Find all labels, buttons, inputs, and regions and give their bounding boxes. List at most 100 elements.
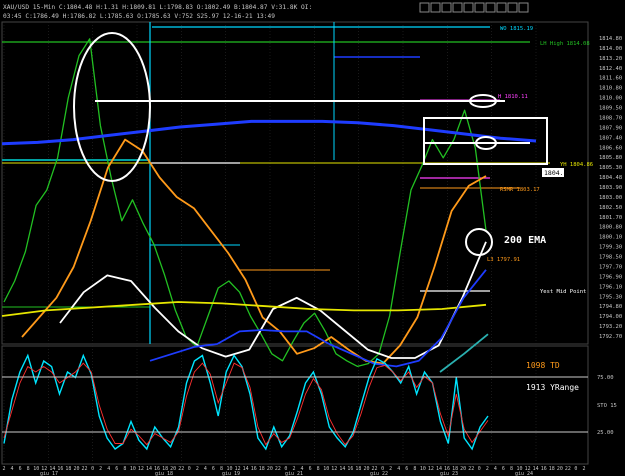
x-tick-label: 4 <box>11 466 14 472</box>
level-label-lh-high: LH High 1814.08 <box>540 41 590 47</box>
x-tick-label: 6 <box>19 466 22 472</box>
x-date-label: giu 21 <box>285 471 303 476</box>
x-tick-label: 12 <box>428 466 434 472</box>
x-tick-label: 10 <box>420 466 426 472</box>
price-y-tick: 1804.48 <box>599 175 622 181</box>
price-y-tick: 1803.90 <box>599 185 622 191</box>
level-label-mid: Yest Mid Point <box>540 289 586 295</box>
x-tick-label: 4 <box>107 466 110 472</box>
x-tick-label: 18 <box>65 466 71 472</box>
price-y-tick: 1810.80 <box>599 86 622 92</box>
x-tick-label: 12 <box>138 466 144 472</box>
price-y-tick: 1799.30 <box>599 245 622 251</box>
x-tick-label: 6 <box>309 466 312 472</box>
x-date-label: giu 17 <box>40 471 58 476</box>
price-y-tick: 1814.80 <box>599 36 622 42</box>
price-y-tick: 1794.00 <box>599 314 622 320</box>
x-tick-label: 16 <box>57 466 63 472</box>
x-tick-label: 8 <box>27 466 30 472</box>
x-tick-label: 22 <box>178 466 184 472</box>
price-y-tick: 1800.10 <box>599 235 622 241</box>
price-y-tick: 1800.80 <box>599 225 622 231</box>
yrange-label: 1913 YRange <box>526 383 579 392</box>
x-tick-label: 20 <box>460 466 466 472</box>
price-y-tick: 1801.70 <box>599 215 622 221</box>
x-tick-label: 14 <box>243 466 249 472</box>
stoch-y-tick: 75.00 <box>597 375 614 381</box>
x-tick-label: 10 <box>33 466 39 472</box>
x-tick-label: 20 <box>73 466 79 472</box>
x-tick-label: 18 <box>259 466 265 472</box>
x-tick-label: 22 <box>82 466 88 472</box>
x-tick-label: 18 <box>355 466 361 472</box>
x-tick-label: 20 <box>267 466 273 472</box>
x-date-label: giu 18 <box>155 471 173 476</box>
x-tick-label: 2 <box>486 466 489 472</box>
x-tick-label: 0 <box>91 466 94 472</box>
price-y-tick: 1805.30 <box>599 165 622 171</box>
x-tick-label: 2 <box>389 466 392 472</box>
stoch-y-tick: STO 15 <box>597 403 617 409</box>
stoch-y-tick: 25.00 <box>597 430 614 436</box>
x-tick-label: 6 <box>405 466 408 472</box>
x-tick-label: 6 <box>502 466 505 472</box>
price-y-tick: 1807.90 <box>599 125 622 131</box>
level-label-h: H 1810.11 <box>498 94 528 100</box>
price-y-tick: 1806.60 <box>599 145 622 151</box>
x-date-label: giu 23 <box>440 471 458 476</box>
price-y-tick: 1792.70 <box>599 334 622 340</box>
price-y-tick: 1796.10 <box>599 284 622 290</box>
price-y-tick: 1811.60 <box>599 76 622 82</box>
price-y-tick: 1814.00 <box>599 46 622 52</box>
x-tick-label: 2 <box>2 466 5 472</box>
price-y-tick: 1805.80 <box>599 155 622 161</box>
last-price-label: 1804.48 <box>544 169 571 177</box>
price-y-tick: 1803.00 <box>599 195 622 201</box>
x-tick-label: 0 <box>188 466 191 472</box>
x-tick-label: 10 <box>130 466 136 472</box>
header-line-2: 03:45 C:1786.49 H:1786.82 L:1785.63 O:17… <box>3 13 275 20</box>
x-date-label: giu 22 <box>370 471 388 476</box>
x-tick-label: 12 <box>331 466 337 472</box>
x-date-label: giu 19 <box>222 471 240 476</box>
price-y-axis: 1814.80 1814.00 1813.20 1812.40 1811.60 1810.… <box>599 36 622 340</box>
price-y-tick: 1808.70 <box>599 115 622 121</box>
x-tick-label: 14 <box>533 466 539 472</box>
x-tick-label: 6 <box>212 466 215 472</box>
x-tick-label: 6 <box>115 466 118 472</box>
price-y-tick: 1793.20 <box>599 324 622 330</box>
price-y-tick: 1795.30 <box>599 294 622 300</box>
price-y-tick: 1794.80 <box>599 304 622 310</box>
price-y-tick: 1796.90 <box>599 274 622 280</box>
td-label: 1098 TD <box>526 361 560 370</box>
x-tick-label: 8 <box>413 466 416 472</box>
x-tick-label: 8 <box>317 466 320 472</box>
x-tick-label: 16 <box>541 466 547 472</box>
x-tick-label: 2 <box>99 466 102 472</box>
x-tick-label: 16 <box>347 466 353 472</box>
x-tick-label: 18 <box>549 466 555 472</box>
x-date-label: giu 24 <box>515 471 533 476</box>
level-label-rsmr: RSMR 1803.17 <box>500 187 540 193</box>
price-y-tick: 1802.50 <box>599 205 622 211</box>
level-label-l3: L3 1797.91 <box>487 257 520 263</box>
x-tick-label: 20 <box>557 466 563 472</box>
price-y-tick: 1812.40 <box>599 66 622 72</box>
ema-label: 200 EMA <box>504 235 546 246</box>
x-tick-label: 8 <box>123 466 126 472</box>
x-tick-label: 4 <box>397 466 400 472</box>
x-tick-label: 20 <box>363 466 369 472</box>
x-tick-label: 14 <box>146 466 152 472</box>
price-y-tick: 1809.50 <box>599 106 622 112</box>
header-line-1: XAU/USD 15-Min C:1804.48 H:1.31 H:1809.8… <box>3 4 312 11</box>
trading-chart: XAU/USD 15-Min C:1804.48 H:1.31 H:1809.8… <box>0 0 625 476</box>
price-y-tick: 1813.20 <box>599 56 622 62</box>
price-y-tick: 1797.70 <box>599 264 622 270</box>
x-tick-label: 22 <box>565 466 571 472</box>
x-tick-label: 8 <box>510 466 513 472</box>
level-label-yh: YH 1804.86 <box>560 162 593 168</box>
x-tick-label: 14 <box>339 466 345 472</box>
x-tick-label: 4 <box>494 466 497 472</box>
price-y-tick: 1810.00 <box>599 96 622 102</box>
x-tick-label: 22 <box>468 466 474 472</box>
